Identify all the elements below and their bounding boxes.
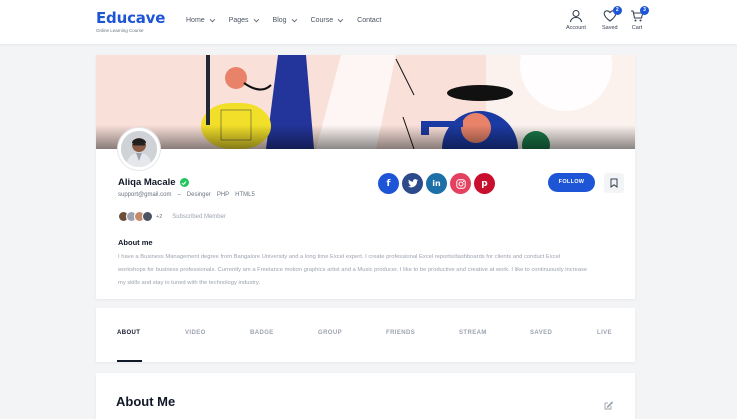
tab-saved[interactable]: SAVED	[530, 330, 552, 336]
members-more-count: +2	[156, 213, 163, 220]
instagram-button[interactable]	[450, 173, 471, 194]
saved-count-badge: 2	[612, 6, 622, 15]
profile-tabs: ABOUT VIDEO BADGE GROUP FRIENDS STREAM S…	[96, 308, 635, 362]
about-me-title: About Me	[116, 394, 176, 409]
profile-name-row: Aliqa Macale	[118, 177, 189, 188]
cover-illustration	[96, 55, 635, 149]
nav-label: Contact	[357, 17, 382, 24]
active-tab-indicator	[117, 360, 142, 362]
chevron-down-icon	[291, 16, 297, 22]
cart-label: Cart	[631, 25, 643, 31]
chevron-down-icon	[209, 16, 215, 22]
about-text: I have a Business Management degree from…	[118, 254, 588, 286]
nav-item-course[interactable]: Course	[310, 16, 344, 24]
nav-label: Pages	[228, 17, 249, 24]
nav-label: Course	[310, 17, 334, 24]
follow-button[interactable]: FOLLOW	[548, 173, 595, 192]
brand-logo[interactable]: Educave Online Learning Course	[96, 9, 165, 33]
user-icon	[569, 9, 582, 23]
profile-role: Desinger	[186, 192, 211, 198]
account-label: Account	[566, 25, 586, 31]
instagram-icon	[455, 178, 466, 189]
verified-check-icon	[179, 178, 189, 187]
info-separator: –	[177, 192, 181, 198]
pinterest-icon: p	[481, 178, 488, 189]
nav-item-contact[interactable]: Contact	[357, 17, 381, 24]
social-links: f in p	[378, 173, 495, 194]
chevron-down-icon	[337, 16, 344, 22]
profile-skill: HTML5	[235, 192, 255, 198]
pinterest-button[interactable]: p	[474, 173, 495, 194]
tab-live[interactable]: LIVE	[597, 330, 612, 336]
main-nav: Home Pages Blog Course Contact	[186, 16, 397, 24]
members-label: Subscribed Member	[172, 213, 226, 220]
tab-friends[interactable]: FRIENDS	[386, 330, 415, 336]
tab-group[interactable]: GROUP	[318, 330, 342, 336]
nav-label: Home	[186, 17, 205, 24]
profile-email[interactable]: support@gmail.com	[118, 192, 171, 198]
nav-item-blog[interactable]: Blog	[272, 16, 297, 24]
tab-stream[interactable]: STREAM	[459, 330, 487, 336]
chevron-down-icon	[253, 16, 259, 22]
tab-badge[interactable]: BADGE	[250, 330, 274, 336]
brand-name: Educave	[96, 9, 166, 27]
profile-info-row: support@gmail.com – Desinger PHP HTML5	[118, 192, 255, 198]
twitter-icon	[407, 179, 418, 188]
subscribed-members[interactable]: +2 Subscribed Member	[118, 211, 226, 222]
edit-button[interactable]	[604, 397, 614, 415]
cart-count-badge: 3	[640, 6, 649, 15]
edit-icon	[604, 401, 614, 410]
linkedin-icon: in	[432, 179, 441, 188]
account-button[interactable]: Account	[566, 9, 586, 31]
bookmark-button[interactable]	[604, 173, 624, 193]
top-header: Educave Online Learning Course Home Page…	[0, 0, 737, 44]
facebook-button[interactable]: f	[378, 173, 399, 194]
profile-skill: PHP	[216, 192, 230, 198]
bookmark-icon	[610, 178, 618, 188]
tab-video[interactable]: VIDEO	[185, 330, 206, 336]
facebook-icon: f	[386, 178, 391, 189]
tab-about[interactable]: ABOUT	[117, 330, 140, 336]
person-photo	[121, 131, 157, 167]
cover-image	[96, 55, 635, 149]
profile-avatar[interactable]	[118, 128, 160, 170]
cart-button[interactable]: 3 Cart	[630, 6, 649, 31]
saved-button[interactable]: 2 Saved	[602, 6, 622, 31]
brand-tagline: Online Learning Course	[96, 28, 144, 33]
nav-label: Blog	[272, 17, 287, 24]
linkedin-button[interactable]: in	[426, 173, 447, 194]
profile-card: Aliqa Macale support@gmail.com – Desinge…	[96, 55, 635, 299]
nav-item-home[interactable]: Home	[186, 16, 215, 24]
profile-name: Aliqa Macale	[118, 177, 176, 188]
nav-item-pages[interactable]: Pages	[228, 16, 259, 24]
about-heading: About me	[118, 238, 153, 247]
avatar-image	[121, 131, 157, 167]
saved-label: Saved	[602, 25, 618, 31]
member-avatar	[142, 211, 153, 222]
twitter-button[interactable]	[402, 173, 423, 194]
about-me-card: About Me	[96, 373, 635, 419]
